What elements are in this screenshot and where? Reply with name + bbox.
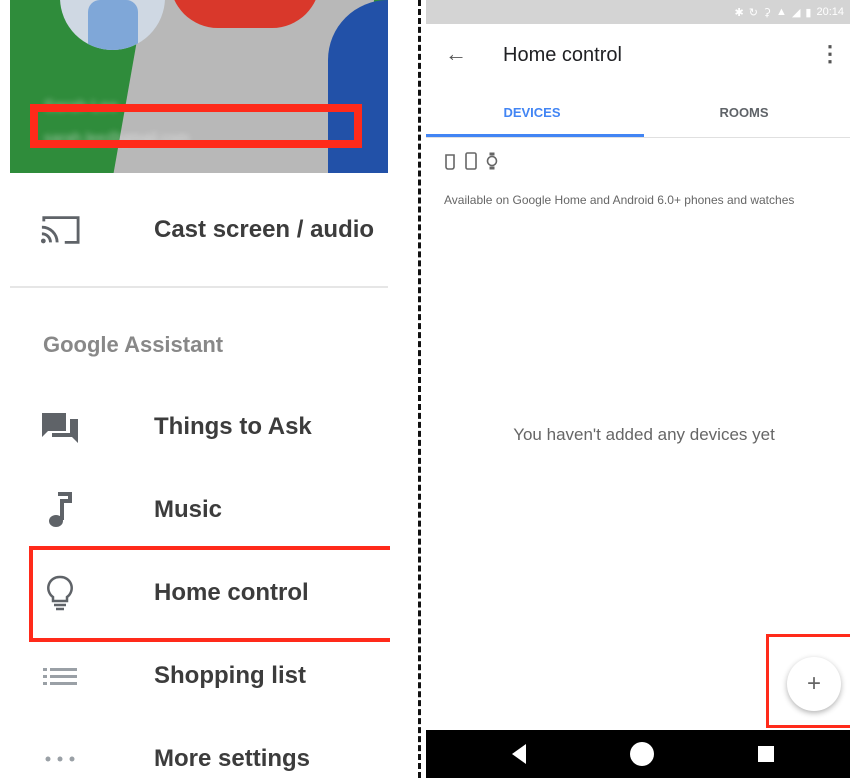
redaction-box [30, 104, 362, 148]
menu-item-label: Things to Ask [154, 413, 312, 440]
watch-icon [486, 152, 498, 170]
page-title: Home control [503, 44, 622, 66]
tab-divider [426, 137, 850, 138]
tab-rooms[interactable]: ROOMS [638, 86, 850, 138]
signal-icon: ◢ [791, 6, 801, 19]
nav-home-icon[interactable] [630, 742, 654, 766]
menu-item-label: Shopping list [154, 662, 306, 689]
menu-item-label: Cast screen / audio [154, 216, 375, 243]
key-icon: ⚳ [762, 6, 772, 19]
menu-item-shopping-list[interactable]: Shopping list [10, 636, 388, 716]
chat-bubbles-icon [40, 407, 80, 447]
list-icon [40, 656, 80, 696]
battery-icon: ▮ [805, 6, 812, 19]
panel-separator [418, 0, 421, 778]
speaker-icon [445, 154, 455, 170]
tab-devices[interactable]: DEVICES [426, 86, 638, 138]
wifi-icon: ▲ [776, 6, 787, 18]
menu-divider [10, 286, 388, 288]
overflow-menu-icon[interactable]: ⋮ [819, 40, 841, 68]
music-note-icon [40, 490, 80, 530]
status-bar: ✱ ↻ ⚳ ▲ ◢ ▮ 20:14 [426, 0, 850, 24]
menu-item-things-to-ask[interactable]: Things to Ask [10, 387, 388, 467]
empty-state-message: You haven't added any devices yet [513, 425, 775, 444]
availability-text: Available on Google Home and Android 6.0… [444, 193, 795, 207]
status-time: 20:14 [816, 6, 844, 18]
screenshot-root: Sarah Lee sarah.lee@gmail.com Cast scree… [0, 0, 850, 778]
home-control-screen: ✱ ↻ ⚳ ▲ ◢ ▮ 20:14 ← Home control ⋮ DEVIC… [426, 0, 850, 778]
phone-icon [465, 152, 477, 170]
more-horizontal-icon [40, 739, 80, 778]
system-nav-bar [426, 730, 850, 778]
highlight-box-home-control [29, 546, 390, 642]
nav-recents-icon[interactable] [758, 746, 774, 762]
sync-icon: ↻ [748, 6, 758, 19]
app-bar: ← Home control ⋮ [426, 24, 850, 86]
bluetooth-icon: ✱ [734, 6, 744, 19]
tab-bar: DEVICES ROOMS [426, 86, 850, 138]
supported-device-icons [444, 152, 498, 170]
menu-item-label: More settings [154, 745, 311, 772]
navigation-drawer: Sarah Lee sarah.lee@gmail.com Cast scree… [0, 0, 390, 778]
cast-icon [40, 210, 80, 250]
menu-item-more-settings[interactable]: More settings [10, 719, 388, 778]
highlight-box-add-button [766, 634, 850, 728]
menu-item-music[interactable]: Music [10, 470, 388, 550]
back-arrow-icon[interactable]: ← [442, 40, 470, 68]
avatar-body [88, 0, 138, 50]
section-title-google-assistant: Google Assistant [43, 332, 224, 357]
menu-item-label: Music [154, 496, 223, 523]
menu-item-cast[interactable]: Cast screen / audio [10, 190, 388, 270]
nav-back-icon[interactable] [512, 744, 526, 764]
